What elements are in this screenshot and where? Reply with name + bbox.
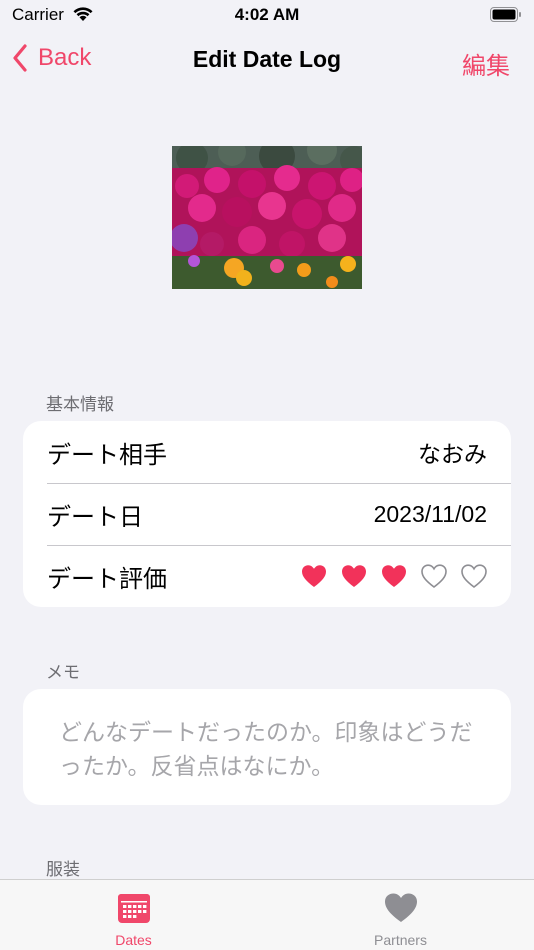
memo-textarea[interactable]: どんなデートだったのか。印象はどうだったか。反省点はなにか。: [23, 689, 511, 805]
rating-label: デート評価: [47, 565, 167, 593]
tab-bar: Dates Partners: [0, 879, 534, 950]
heart-empty-icon[interactable]: [421, 564, 447, 588]
heart-icon: [384, 893, 417, 922]
section-title-outfit: 服装: [46, 860, 80, 879]
tab-label-partners: Partners: [374, 932, 427, 948]
tab-partners[interactable]: Partners: [267, 880, 534, 950]
rating-row: デート評価: [23, 545, 511, 607]
heart-filled-icon[interactable]: [381, 564, 407, 588]
partner-label: デート相手: [47, 441, 167, 469]
edit-button[interactable]: 編集: [462, 46, 510, 81]
tab-label-dates: Dates: [115, 932, 152, 948]
partner-row[interactable]: デート相手 なおみ: [23, 421, 511, 483]
date-row[interactable]: デート日 2023/11/02: [23, 483, 511, 545]
basic-info-card: デート相手 なおみ デート日 2023/11/02 デート評価: [23, 421, 511, 607]
section-title-memo: メモ: [46, 663, 80, 682]
date-photo[interactable]: [172, 146, 362, 289]
calendar-icon: [117, 894, 150, 923]
status-bar: Carrier 4:02 AM: [0, 0, 534, 32]
heart-empty-icon[interactable]: [461, 564, 487, 588]
date-value: 2023/11/02: [373, 500, 487, 527]
heart-filled-icon[interactable]: [301, 564, 327, 588]
status-time: 4:02 AM: [234, 5, 300, 24]
navigation-bar: Back Edit Date Log 編集: [0, 40, 534, 82]
partner-value: なおみ: [418, 441, 487, 467]
tab-dates[interactable]: Dates: [0, 880, 267, 950]
date-label: デート日: [47, 503, 143, 531]
heart-filled-icon[interactable]: [341, 564, 367, 588]
battery-icon: [490, 7, 521, 22]
page-title: Edit Date Log: [192, 46, 342, 72]
rating-hearts: [301, 564, 487, 588]
memo-placeholder: どんなデートだったのか。印象はどうだったか。反省点はなにか。: [59, 719, 473, 779]
section-title-basic-info: 基本情報: [46, 395, 114, 414]
